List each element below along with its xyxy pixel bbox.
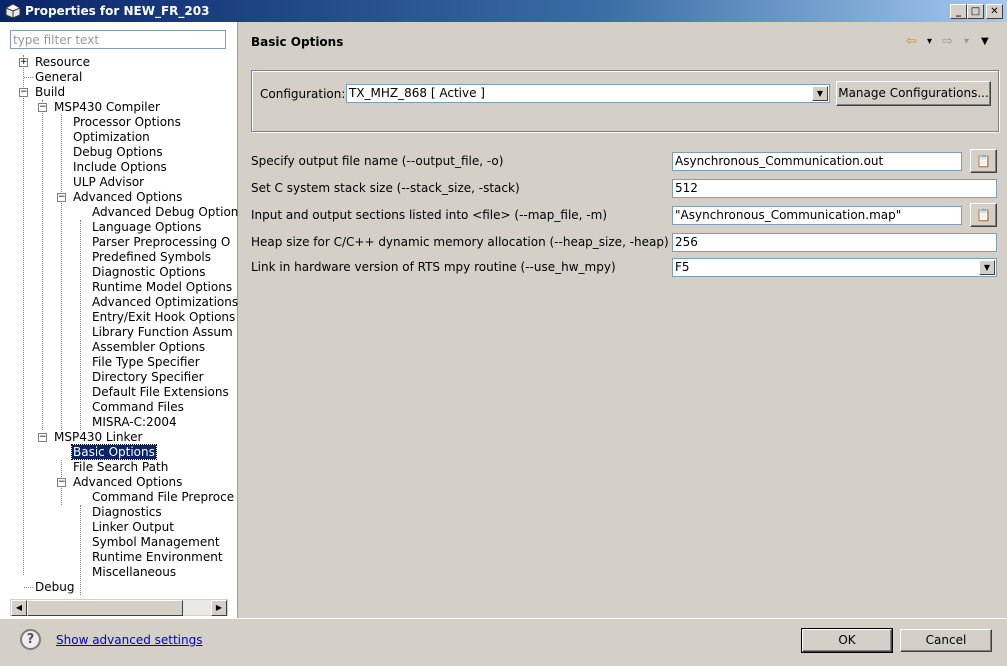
hw-mpy-label: Link in hardware version of RTS mpy rout…	[251, 260, 616, 274]
tree-item-diagnostics[interactable]: Diagnostics	[92, 505, 162, 520]
tree-item-resource[interactable]: Resource	[35, 55, 90, 70]
close-button[interactable]: ✕	[986, 4, 1003, 19]
browse-output-file-button[interactable]: 📋	[970, 149, 997, 173]
tree-item-assembler-options[interactable]: Assembler Options	[92, 340, 205, 355]
tree-connector	[61, 115, 62, 430]
cancel-button[interactable]: Cancel	[900, 629, 992, 652]
heap-size-input[interactable]: 256	[672, 233, 997, 252]
tree-item-file-type-specifier[interactable]: File Type Specifier	[92, 355, 200, 370]
app-icon	[5, 3, 21, 19]
browse-icon: 📋	[976, 208, 991, 222]
tree-item-msp430-compiler[interactable]: MSP430 Compiler	[54, 100, 160, 115]
heap-size-label: Heap size for C/C++ dynamic memory alloc…	[251, 235, 669, 249]
collapse-icon[interactable]: −	[38, 103, 47, 112]
tree-item-diagnostic-options[interactable]: Diagnostic Options	[92, 265, 206, 280]
tree-item-misra-c-2004[interactable]: MISRA-C:2004	[92, 415, 177, 430]
tree-connector	[42, 100, 43, 430]
stack-size-label: Set C system stack size (--stack_size, -…	[251, 181, 520, 195]
collapse-icon[interactable]: −	[57, 478, 66, 487]
manage-configurations-button[interactable]: Manage Configurations...	[836, 81, 991, 106]
back-dropdown-icon[interactable]: ▾	[927, 36, 932, 47]
map-file-label: Input and output sections listed into <f…	[251, 208, 608, 222]
navigation-panel: + Resource General − Build − MSP430 Comp…	[0, 22, 238, 618]
tree-connector	[80, 220, 81, 430]
tree-item-advanced-debug-option[interactable]: Advanced Debug Option	[92, 205, 238, 220]
tree-item-miscellaneous[interactable]: Miscellaneous	[92, 565, 176, 580]
dialog-footer: ? Show advanced settings OK Cancel	[0, 618, 1007, 666]
tree-item-library-function-assumptions[interactable]: Library Function Assum	[92, 325, 233, 340]
tree-item-symbol-management[interactable]: Symbol Management	[92, 535, 220, 550]
tree-item-build[interactable]: Build	[35, 85, 65, 100]
chevron-down-icon[interactable]: ▼	[979, 260, 995, 275]
filter-input[interactable]	[10, 30, 226, 49]
tree-item-debug-options[interactable]: Debug Options	[73, 145, 163, 160]
tree-item-runtime-environment[interactable]: Runtime Environment	[92, 550, 223, 565]
tree-item-command-files[interactable]: Command Files	[92, 400, 184, 415]
forward-arrow-icon[interactable]: ⇨	[942, 34, 953, 49]
collapse-icon[interactable]: −	[57, 193, 66, 202]
browse-icon: 📋	[976, 154, 991, 168]
tree-item-language-options[interactable]: Language Options	[92, 220, 201, 235]
map-file-input[interactable]: "Asynchronous_Communication.map"	[672, 206, 962, 225]
tree-item-msp430-linker[interactable]: MSP430 Linker	[54, 430, 142, 445]
scroll-right-icon[interactable]: ▶	[211, 600, 227, 616]
configuration-label: Configuration:	[260, 87, 346, 101]
minimize-button[interactable]: _	[950, 4, 967, 19]
tree-item-predefined-symbols[interactable]: Predefined Symbols	[92, 250, 211, 265]
tree-connector	[23, 55, 24, 575]
tree-item-file-search-path[interactable]: File Search Path	[73, 460, 168, 475]
page-header: Basic Options ⇦ ▾ ⇨ ▾ ▼	[239, 22, 1007, 62]
expand-icon[interactable]: +	[19, 58, 28, 67]
property-tree: + Resource General − Build − MSP430 Comp…	[0, 55, 238, 600]
tree-item-basic-options[interactable]: Basic Options	[71, 444, 157, 460]
tree-item-compiler-advanced-options[interactable]: Advanced Options	[73, 190, 182, 205]
browse-map-file-button[interactable]: 📋	[970, 203, 997, 227]
ok-button[interactable]: OK	[801, 628, 893, 653]
tree-item-command-file-preprocessing[interactable]: Command File Preproce	[92, 490, 234, 505]
tree-item-default-file-extensions[interactable]: Default File Extensions	[92, 385, 229, 400]
tree-item-include-options[interactable]: Include Options	[73, 160, 167, 175]
tree-item-advanced-optimizations[interactable]: Advanced Optimizations	[92, 295, 238, 310]
tree-horizontal-scrollbar[interactable]: ◀ ▶	[10, 599, 228, 616]
back-arrow-icon[interactable]: ⇦	[906, 34, 917, 49]
tree-item-general[interactable]: General	[35, 70, 82, 85]
tree-item-runtime-model-options[interactable]: Runtime Model Options	[92, 280, 232, 295]
tree-item-ulp-advisor[interactable]: ULP Advisor	[73, 175, 144, 190]
tree-item-entry-exit-hook-options[interactable]: Entry/Exit Hook Options	[92, 310, 235, 325]
tree-item-linker-advanced-options[interactable]: Advanced Options	[73, 475, 182, 490]
tree-item-processor-options[interactable]: Processor Options	[73, 115, 181, 130]
stack-size-input[interactable]: 512	[672, 179, 997, 198]
collapse-icon[interactable]: −	[19, 88, 28, 97]
output-file-input[interactable]: Asynchronous_Communication.out	[672, 152, 962, 171]
show-advanced-settings-link[interactable]: Show advanced settings	[56, 633, 203, 647]
page-title: Basic Options	[251, 35, 344, 49]
collapse-icon[interactable]: −	[38, 433, 47, 442]
tree-item-optimization[interactable]: Optimization	[73, 130, 150, 145]
window-title: Properties for NEW_FR_203	[25, 4, 210, 18]
scroll-left-icon[interactable]: ◀	[11, 600, 27, 616]
tree-item-linker-output[interactable]: Linker Output	[92, 520, 174, 535]
scroll-thumb[interactable]	[27, 600, 183, 616]
title-bar: Properties for NEW_FR_203 _ □ ✕	[0, 0, 1007, 22]
output-file-label: Specify output file name (--output_file,…	[251, 154, 504, 168]
forward-dropdown-icon[interactable]: ▾	[964, 36, 969, 47]
configuration-select[interactable]: TX_MHZ_868 [ Active ] ▼	[346, 84, 830, 103]
options-page: Configuration: TX_MHZ_868 [ Active ] ▼ M…	[239, 62, 1007, 618]
hw-mpy-select[interactable]: F5 ▼	[672, 258, 997, 277]
tree-item-parser-preprocessing[interactable]: Parser Preprocessing O	[92, 235, 230, 250]
tree-connector	[80, 505, 81, 595]
tree-item-debug[interactable]: Debug	[35, 580, 74, 595]
help-icon[interactable]: ?	[20, 629, 41, 650]
view-menu-icon[interactable]: ▼	[981, 36, 989, 47]
tree-item-directory-specifier[interactable]: Directory Specifier	[92, 370, 204, 385]
configuration-group: Configuration: TX_MHZ_868 [ Active ] ▼ M…	[251, 70, 999, 132]
chevron-down-icon[interactable]: ▼	[812, 86, 828, 101]
maximize-button[interactable]: □	[967, 4, 984, 19]
